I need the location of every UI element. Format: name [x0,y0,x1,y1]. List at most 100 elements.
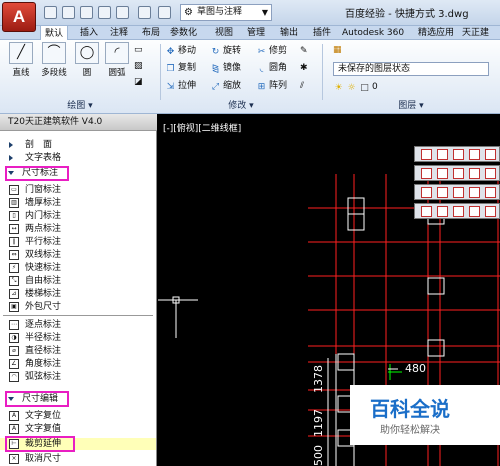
tab-annotate[interactable]: 注释 [110,26,128,40]
dimension-tool-icon: ⊿ [9,289,19,299]
tab-plugins[interactable]: 插件 [313,26,331,40]
floating-toolbar[interactable] [414,184,500,200]
menu-item-dim-7[interactable]: ⤡ 自由标注 [0,275,156,287]
ribbon-panel: ╱ 直线 ⌒ 多段线 ◯ 圆 ◜ 圆弧 ▭ ▨ ◪ ✥ 移动 ↻ 旋转 ✂ 修剪 ❐ 复… [0,40,500,114]
floating-toolbar[interactable] [414,165,500,181]
trim-icon: ✂ [257,47,266,57]
menu-item-dim-12[interactable]: ⌀ 直径标注 [0,345,156,357]
dimension-text: 1197 [312,409,325,437]
copy-icon: ❐ [166,64,175,74]
group-divider [322,44,323,100]
layer-properties-icon[interactable]: ▦ [333,44,342,56]
array-tool[interactable]: ⊞ 阵列 [256,80,287,92]
polyline-tool[interactable]: ⌒ 多段线 [38,42,70,78]
menu-item-dim-2[interactable]: ▯ 内门标注 [0,210,156,222]
fillet-tool[interactable]: ◟ 圆角 [256,62,287,74]
floating-toolbar[interactable] [414,146,500,162]
workspace-dropdown[interactable]: ⚙ 草图与注释 ▼ [180,4,272,21]
tab-parametric[interactable]: 参数化 [170,26,197,40]
menu-item-text-revalue[interactable]: A 文字复值 [0,423,156,435]
application-menu-button[interactable]: A [2,2,36,32]
circle-tool[interactable]: ◯ 圆 [74,42,100,78]
trim-tool[interactable]: ✂ 修剪 [256,45,287,57]
line-tool[interactable]: ╱ 直线 [8,42,34,78]
floating-toolbar[interactable] [414,203,500,219]
watermark-title: 百科全说 [370,397,450,421]
menu-item-dim-8[interactable]: ⊿ 楼梯标注 [0,288,156,300]
crosshair-cursor [158,296,198,338]
stretch-icon: ⇲ [166,82,175,92]
color-swatch-icon: □ [360,83,369,93]
menu-item-dim-11[interactable]: ◑ 半径标注 [0,332,156,344]
layer-control[interactable]: ☀ ☼ □ 0 [333,81,377,93]
group-label-layer[interactable]: 图层 ▾ [322,100,500,112]
menu-item-section[interactable]: 剖 面 [0,139,156,151]
tab-featured-apps[interactable]: 精选应用 [418,26,454,40]
layer-state-dropdown[interactable]: 未保存的图层状态 [333,62,489,76]
column-box [347,213,365,231]
open-file-icon[interactable] [62,6,75,19]
menu-item-dim-5[interactable]: ⇔ 双线标注 [0,249,156,261]
scale-tool[interactable]: ⤢ 缩放 [210,80,241,92]
undo-icon[interactable] [138,6,151,19]
tab-autodesk360[interactable]: Autodesk 360 [342,26,404,40]
circle-icon: ◯ [75,42,99,64]
lightbulb-icon: ☀ [334,83,343,93]
expand-arrow-icon [9,142,13,148]
tab-tangent[interactable]: 天正建 [462,26,489,40]
print-icon[interactable] [116,6,129,19]
menu-item-dim-3[interactable]: ↔ 两点标注 [0,223,156,235]
divider [3,315,153,316]
move-tool[interactable]: ✥ 移动 [165,45,196,57]
tab-insert[interactable]: 插入 [80,26,98,40]
save-icon[interactable] [80,6,93,19]
erase-icon[interactable]: ✎ [300,45,308,57]
watermark-subtitle: 助你轻松解决 [380,425,440,436]
redo-icon[interactable] [158,6,171,19]
dimension-tool-icon: ⇔ [9,250,19,260]
group-label-draw[interactable]: 绘图 ▾ [0,100,160,112]
viewport-label[interactable]: [-][俯视][二维线框] [163,121,241,134]
dimension-tool-icon: ⚡ [9,263,19,273]
scale-icon: ⤢ [211,82,220,92]
copy-tool[interactable]: ❐ 复制 [165,62,196,74]
mirror-tool[interactable]: ⧎ 镜像 [210,62,241,74]
menu-item-text-reset[interactable]: A 文字复位 [0,410,156,422]
dimension-text: 480 [405,362,426,375]
dimension-tool-icon: ▯ [9,211,19,221]
group-label-modify[interactable]: 修改 ▾ [160,100,322,112]
menu-item-dim-13[interactable]: ∠ 角度标注 [0,358,156,370]
menu-item-dim-10[interactable]: ⋯ 逐点标注 [0,319,156,331]
dimension-tool-icon: ◑ [9,333,19,343]
dimension-tool-icon: ◠ [9,372,19,382]
tab-manage[interactable]: 管理 [247,26,265,40]
hatch-icon[interactable]: ▨ [134,60,143,72]
menu-item-dim-6[interactable]: ⚡ 快速标注 [0,262,156,274]
offset-icon[interactable]: ⫽ [300,80,304,92]
rectangle-icon[interactable]: ▭ [134,44,143,56]
tab-view[interactable]: 视图 [215,26,233,40]
highlight-box [5,166,69,181]
menu-item-dim-4[interactable]: ∥ 平行标注 [0,236,156,248]
menu-item-dim-0[interactable]: ▭ 门窗标注 [0,184,156,196]
stretch-tool[interactable]: ⇲ 拉伸 [165,80,196,92]
highlight-box [5,436,75,452]
save-as-icon[interactable] [98,6,111,19]
dimension-tool-icon: ⤡ [9,276,19,286]
explode-icon[interactable]: ✱ [300,62,308,74]
tab-output[interactable]: 输出 [280,26,298,40]
menu-item-text-table[interactable]: 文字表格 [0,152,156,164]
dimension-tool-icon: ⌀ [9,346,19,356]
tab-layout[interactable]: 布局 [142,26,160,40]
new-file-icon[interactable] [44,6,57,19]
arc-tool[interactable]: ◜ 圆弧 [104,42,130,78]
menu-item-cancel-dim[interactable]: × 取消尺寸 [0,453,156,465]
dimension-tool-icon: ∠ [9,359,19,369]
region-icon[interactable]: ◪ [134,76,143,88]
tab-default[interactable]: 默认 [40,25,69,41]
menu-item-dim-14[interactable]: ◠ 弧弦标注 [0,371,156,383]
menu-item-dim-1[interactable]: ▥ 墙厚标注 [0,197,156,209]
menu-item-dim-9[interactable]: ▣ 外包尺寸 [0,301,156,313]
sun-icon: ☼ [347,83,356,93]
rotate-tool[interactable]: ↻ 旋转 [210,45,241,57]
